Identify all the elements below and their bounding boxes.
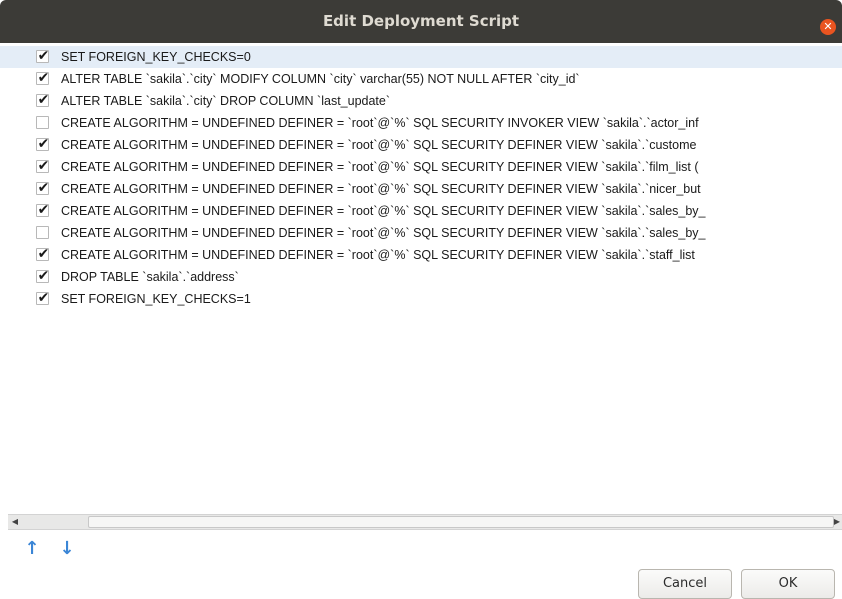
move-down-icon[interactable]: ↓: [57, 539, 77, 559]
checkmark-icon: ✔: [37, 180, 50, 196]
move-up-icon[interactable]: ↑: [22, 539, 42, 559]
statement-row[interactable]: ✔ CREATE ALGORITHM = UNDEFINED DEFINER = …: [0, 178, 842, 200]
statement-text: CREATE ALGORITHM = UNDEFINED DEFINER = `…: [61, 226, 706, 240]
statement-checkbox[interactable]: ✔: [36, 226, 49, 239]
cancel-button[interactable]: Cancel: [638, 569, 732, 599]
checkmark-icon: ✔: [37, 136, 50, 152]
title-bar: Edit Deployment Script ✕: [0, 0, 842, 43]
statement-checkbox[interactable]: ✔: [36, 70, 50, 86]
statement-text: SET FOREIGN_KEY_CHECKS=1: [61, 292, 251, 306]
scroll-left-icon[interactable]: ◀: [8, 515, 22, 529]
statement-row[interactable]: ✔ CREATE ALGORITHM = UNDEFINED DEFINER = …: [0, 134, 842, 156]
checkmark-icon: ✔: [37, 48, 50, 64]
checkmark-icon: ✔: [37, 268, 50, 284]
statement-text: DROP TABLE `sakila`.`address`: [61, 270, 239, 284]
statement-text: CREATE ALGORITHM = UNDEFINED DEFINER = `…: [61, 160, 699, 174]
checkmark-icon: ✔: [37, 290, 50, 306]
horizontal-scrollbar[interactable]: ◀ ▶: [8, 514, 842, 530]
checkmark-icon: ✔: [37, 92, 50, 108]
checkmark-icon: ✔: [37, 202, 50, 218]
statement-row[interactable]: ✔ CREATE ALGORITHM = UNDEFINED DEFINER = …: [0, 156, 842, 178]
statement-text: CREATE ALGORITHM = UNDEFINED DEFINER = `…: [61, 138, 697, 152]
checkmark-icon: ✔: [37, 246, 50, 262]
statement-text: CREATE ALGORITHM = UNDEFINED DEFINER = `…: [61, 204, 706, 218]
statement-row[interactable]: ✔ CREATE ALGORITHM = UNDEFINED DEFINER = …: [0, 244, 842, 266]
statement-checkbox[interactable]: ✔: [36, 290, 50, 306]
dialog-content: ✔ SET FOREIGN_KEY_CHECKS=0 ✔ ALTER TABLE `s…: [0, 43, 842, 599]
statement-checkbox[interactable]: ✔: [36, 48, 50, 64]
statement-row[interactable]: ✔ DROP TABLE `sakila`.`address`: [0, 266, 842, 288]
statement-row[interactable]: ✔ SET FOREIGN_KEY_CHECKS=1: [0, 288, 842, 310]
statement-row[interactable]: ✔ CREATE ALGORITHM = UNDEFINED DEFINER = …: [0, 200, 842, 222]
statement-text: ALTER TABLE `sakila`.`city` MODIFY COLUM…: [61, 72, 580, 86]
statement-text: CREATE ALGORITHM = UNDEFINED DEFINER = `…: [61, 182, 701, 196]
statement-checkbox[interactable]: ✔: [36, 116, 49, 129]
statement-checkbox[interactable]: ✔: [36, 180, 50, 196]
statement-checkbox[interactable]: ✔: [36, 158, 50, 174]
statement-text: ALTER TABLE `sakila`.`city` DROP COLUMN …: [61, 94, 391, 108]
statement-row[interactable]: ✔ CREATE ALGORITHM = UNDEFINED DEFINER = …: [0, 112, 842, 134]
ok-button[interactable]: OK: [741, 569, 835, 599]
statement-checkbox[interactable]: ✔: [36, 202, 50, 218]
statement-row[interactable]: ✔ ALTER TABLE `sakila`.`city` MODIFY COLU…: [0, 68, 842, 90]
statement-checkbox[interactable]: ✔: [36, 268, 50, 284]
statement-text: CREATE ALGORITHM = UNDEFINED DEFINER = `…: [61, 248, 695, 262]
script-statement-list: ✔ SET FOREIGN_KEY_CHECKS=0 ✔ ALTER TABLE `s…: [0, 46, 842, 514]
scroll-right-icon[interactable]: ▶: [832, 515, 842, 529]
statement-row[interactable]: ✔ ALTER TABLE `sakila`.`city` DROP COLUMN…: [0, 90, 842, 112]
statement-checkbox[interactable]: ✔: [36, 246, 50, 262]
statement-row[interactable]: ✔ CREATE ALGORITHM = UNDEFINED DEFINER = …: [0, 222, 842, 244]
scrollbar-thumb[interactable]: [88, 516, 834, 528]
statement-checkbox[interactable]: ✔: [36, 136, 50, 152]
window-title: Edit Deployment Script: [322, 12, 520, 30]
statement-checkbox[interactable]: ✔: [36, 92, 50, 108]
checkmark-icon: ✔: [37, 158, 50, 174]
close-icon[interactable]: ✕: [820, 19, 836, 35]
statement-text: CREATE ALGORITHM = UNDEFINED DEFINER = `…: [61, 116, 699, 130]
statement-text: SET FOREIGN_KEY_CHECKS=0: [61, 50, 251, 64]
checkmark-icon: ✔: [37, 70, 50, 86]
statement-row[interactable]: ✔ SET FOREIGN_KEY_CHECKS=0: [0, 46, 842, 68]
